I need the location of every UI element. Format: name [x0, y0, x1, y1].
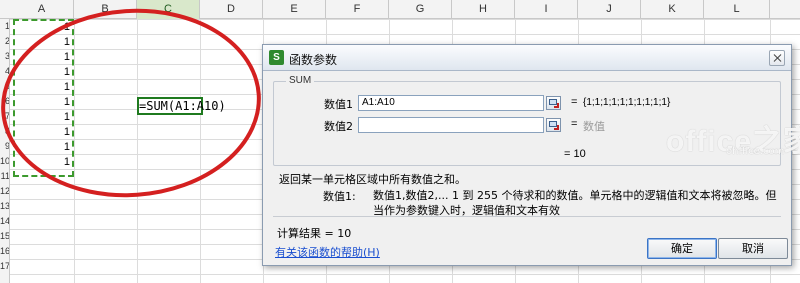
column-header-b[interactable]: B — [74, 0, 137, 19]
row-header[interactable]: 16 — [0, 244, 9, 259]
param-description: 数值1,数值2,... 1 到 255 个待求和的数值。单元格中的逻辑值和文本将… — [373, 189, 777, 217]
arg2-equals: = — [571, 118, 578, 130]
watermark-sub: ohffice.com — [726, 146, 785, 157]
row-header[interactable]: 11 — [0, 169, 9, 184]
column-header-d[interactable]: D — [200, 0, 263, 19]
range-selection-marquee — [13, 19, 74, 177]
column-header-k[interactable]: K — [641, 0, 704, 19]
column-header-a[interactable]: A — [10, 0, 74, 19]
formula-result: = 10 — [564, 148, 586, 160]
row-header[interactable]: 8 — [0, 124, 9, 139]
watermark: office之家 ohffice.com — [666, 116, 800, 166]
column-header-c[interactable]: C — [137, 0, 200, 19]
app-logo-icon: S — [269, 50, 284, 65]
ok-button[interactable]: 确定 — [647, 238, 717, 259]
param-name: 数值1: — [323, 190, 356, 203]
arg2-input[interactable] — [358, 117, 544, 133]
cancel-button[interactable]: 取消 — [718, 238, 788, 259]
column-header-h[interactable]: H — [452, 0, 515, 19]
row-header[interactable]: 7 — [0, 109, 9, 124]
column-header-j[interactable]: J — [578, 0, 641, 19]
calculation-result: 计算结果 = 10 — [277, 227, 352, 240]
arg2-label: 数值2 — [324, 120, 353, 133]
row-header[interactable]: 1 — [0, 19, 9, 34]
close-icon[interactable] — [769, 50, 785, 66]
column-header-g[interactable]: G — [389, 0, 452, 19]
grid-line — [137, 19, 138, 283]
row-header[interactable]: 6 — [0, 94, 9, 109]
column-header-e[interactable]: E — [263, 0, 326, 19]
grid-line — [200, 19, 201, 283]
arg1-input[interactable]: A1:A10 — [358, 95, 544, 111]
grid-line — [74, 19, 75, 283]
formula-cell-text: =SUM(A1:A10) — [139, 99, 226, 113]
row-header[interactable]: 3 — [0, 49, 9, 64]
row-header[interactable]: 14 — [0, 214, 9, 229]
dialog-title: 函数参数 — [289, 53, 338, 67]
function-name: SUM — [286, 75, 315, 86]
arg1-equals: = — [571, 96, 578, 108]
column-header-l[interactable]: L — [704, 0, 770, 19]
dialog-titlebar[interactable]: S 函数参数 — [263, 45, 791, 71]
row-header[interactable]: 13 — [0, 199, 9, 214]
arg1-range-select-icon[interactable] — [546, 96, 561, 110]
row-header[interactable]: 10 — [0, 154, 9, 169]
help-link[interactable]: 有关该函数的帮助(H) — [275, 244, 380, 260]
function-description: 返回某一单元格区域中所有数值之和。 — [279, 173, 466, 186]
row-header[interactable]: 4 — [0, 64, 9, 79]
row-header-bar: 1 2 3 4 5 6 7 8 9 10 11 12 13 14 15 16 1… — [0, 19, 10, 283]
row-header[interactable]: 12 — [0, 184, 9, 199]
arg1-result: {1;1;1;1;1;1;1;1;1;1} — [583, 97, 671, 108]
row-header[interactable]: 5 — [0, 79, 9, 94]
arg2-range-select-icon[interactable] — [546, 118, 561, 132]
divider — [273, 216, 781, 217]
row-header[interactable]: 2 — [0, 34, 9, 49]
column-header-bar: A B C D E F G H I J K L — [0, 0, 800, 19]
column-header-i[interactable]: I — [515, 0, 578, 19]
arg2-result: 数值 — [583, 121, 605, 133]
row-header[interactable]: 15 — [0, 229, 9, 244]
row-header[interactable]: 9 — [0, 139, 9, 154]
arg1-label: 数值1 — [324, 98, 353, 111]
column-header-f[interactable]: F — [326, 0, 389, 19]
row-header[interactable]: 17 — [0, 259, 9, 274]
